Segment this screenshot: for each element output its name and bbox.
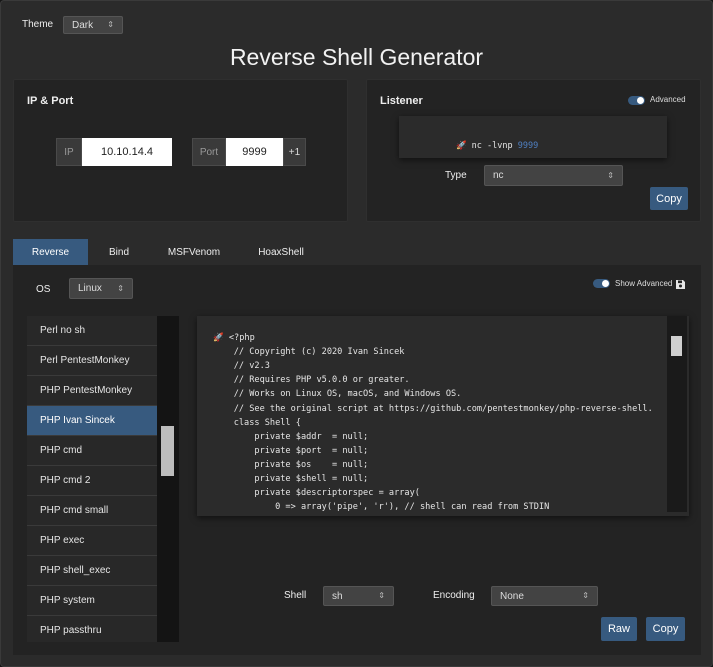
shell-list-item[interactable]: PHP cmd: [27, 436, 157, 466]
shell-list-scrollbar-thumb[interactable]: [161, 426, 174, 476]
type-label: Type: [445, 170, 467, 181]
code-line-text: <?php: [228, 333, 255, 343]
shell-list-item[interactable]: PHP PentestMonkey: [27, 376, 157, 406]
shell-list: Perl no sh Perl PentestMonkey PHP PentestM…: [27, 316, 179, 642]
code-line: 🚀 <?php: [213, 333, 255, 343]
code-line: // Copyright (c) 2020 Ivan Sincek: [213, 347, 405, 358]
raw-button[interactable]: Raw: [601, 617, 637, 641]
caret-updown-icon: ⇕: [117, 283, 124, 293]
listener-heading: Listener: [380, 95, 423, 107]
port-label: Port: [192, 138, 226, 166]
ip-input[interactable]: 10.10.14.4: [82, 138, 172, 166]
shell-list-item[interactable]: PHP shell_exec: [27, 556, 157, 586]
code-line-text: private $os = null;: [213, 459, 369, 470]
code-line-text: // Requires PHP v5.0.0 or greater.: [213, 375, 410, 386]
listener-command-port: 9999: [517, 141, 539, 151]
caret-updown-icon: ⇕: [378, 591, 385, 600]
tab-bind[interactable]: Bind: [88, 239, 150, 265]
caret-updown-icon: ⇕: [607, 170, 614, 180]
code-line-text: 0 => array('pipe', 'r'), // shell can re…: [213, 502, 550, 513]
payload-copy-button[interactable]: Copy: [646, 617, 685, 641]
code-line: private $port = null;: [213, 446, 368, 456]
encoding-select[interactable]: None ⇕: [491, 586, 598, 606]
code-scrollbar[interactable]: [667, 316, 687, 512]
code-line: private $shell = null;: [213, 474, 368, 484]
caret-updown-icon: ⇕: [582, 591, 589, 600]
code-line-text: private $shell = null;: [213, 474, 369, 484]
code-line: // v2.3: [213, 361, 270, 371]
code-line: private $addr = null;: [213, 432, 368, 442]
code-line-text: // Works on Linux OS, macOS, and Windows…: [213, 389, 462, 400]
code-output[interactable]: 🚀 <?php // Copyright (c) 2020 Ivan Since…: [197, 316, 689, 516]
os-label: OS: [36, 284, 51, 295]
app-window: Theme Dark ⇕ Reverse Shell Generator IP …: [0, 0, 713, 667]
code-line: // Requires PHP v5.0.0 or greater.: [213, 375, 410, 385]
shell-list-item[interactable]: PHP cmd 2: [27, 466, 157, 496]
advanced-label: Advanced: [650, 95, 686, 104]
listener-command-box: 🚀 nc -lvnp 9999: [399, 116, 667, 158]
shell-list-item[interactable]: PHP Ivan Sincek: [27, 406, 157, 436]
port-input[interactable]: 9999: [226, 138, 283, 166]
ip-label: IP: [56, 138, 82, 166]
theme-select[interactable]: Dark ⇕: [63, 16, 123, 34]
page-title: Reverse Shell Generator: [229, 44, 484, 70]
code-scrollbar-thumb[interactable]: [671, 336, 682, 356]
code-line: private $os = null;: [213, 460, 368, 470]
advanced-toggle[interactable]: [628, 96, 645, 105]
code-line-text: private $descriptorspec = array(: [213, 488, 420, 499]
shell-list-item[interactable]: PHP passthru: [27, 616, 157, 642]
rocket-icon: 🚀: [213, 333, 229, 343]
code-lines: 🚀 <?php // Copyright (c) 2020 Ivan Since…: [213, 333, 663, 513]
code-line: private $descriptorspec = array(: [213, 488, 420, 498]
ip-port-card: IP & Port IP 10.10.14.4 Port 9999 +1: [13, 79, 348, 222]
shell-select-value: sh: [332, 590, 343, 602]
listener-command[interactable]: 🚀 nc -lvnp 9999: [415, 131, 538, 161]
shell-list-item[interactable]: PHP system: [27, 586, 157, 616]
listener-command-prefix: nc -lvnp: [471, 141, 513, 151]
encoding-select-value: None: [500, 590, 524, 602]
ip-port-heading: IP & Port: [27, 95, 74, 107]
save-icon[interactable]: [675, 279, 686, 290]
tab-msfvenom[interactable]: MSFVenom: [150, 239, 238, 265]
theme-select-value: Dark: [72, 19, 94, 31]
shell-list-scrollbar[interactable]: [157, 316, 179, 642]
code-line-text: class Shell {: [213, 417, 301, 428]
type-select[interactable]: nc ⇕: [484, 165, 623, 186]
encoding-label: Encoding: [433, 590, 475, 601]
reverse-panel: OS Linux ⇕ Show Advanced Perl no sh Perl …: [13, 265, 701, 655]
listener-card: Listener Advanced 🚀 nc -lvnp 9999 Type n…: [366, 79, 701, 222]
shell-list-item[interactable]: PHP cmd small: [27, 496, 157, 526]
code-line: // Works on Linux OS, macOS, and Windows…: [213, 389, 462, 400]
caret-updown-icon: ⇕: [107, 20, 114, 29]
listener-copy-button[interactable]: Copy: [650, 187, 688, 210]
code-line: // See the original script at https://gi…: [213, 404, 653, 414]
shell-label: Shell: [284, 590, 307, 601]
code-line-text: private $addr = null;: [213, 431, 369, 442]
theme-label: Theme: [22, 19, 54, 30]
tab-hoaxshell[interactable]: HoaxShell: [238, 239, 324, 265]
rocket-icon: 🚀: [455, 141, 467, 151]
show-advanced-label: Show Advanced: [615, 279, 673, 288]
tab-reverse[interactable]: Reverse: [13, 239, 88, 265]
shell-list-item[interactable]: PHP exec: [27, 526, 157, 556]
code-line: class Shell {: [213, 418, 301, 428]
show-advanced-toggle[interactable]: [593, 279, 610, 288]
shell-list-item[interactable]: Perl no sh: [27, 316, 157, 346]
port-increment-button[interactable]: +1: [283, 138, 306, 166]
code-line-text: // Copyright (c) 2020 Ivan Sincek: [213, 347, 405, 358]
code-line-text: // v2.3: [213, 361, 270, 372]
os-select-value: Linux: [78, 283, 102, 294]
code-line-text: private $port = null;: [213, 445, 369, 456]
type-select-value: nc: [493, 170, 504, 181]
os-select[interactable]: Linux ⇕: [69, 278, 133, 299]
shell-list-item[interactable]: Perl PentestMonkey: [27, 346, 157, 376]
code-line-text: // See the original script at https://gi…: [213, 403, 653, 414]
shell-select[interactable]: sh ⇕: [323, 586, 394, 606]
code-line: 0 => array('pipe', 'r'), // shell can re…: [213, 502, 549, 512]
